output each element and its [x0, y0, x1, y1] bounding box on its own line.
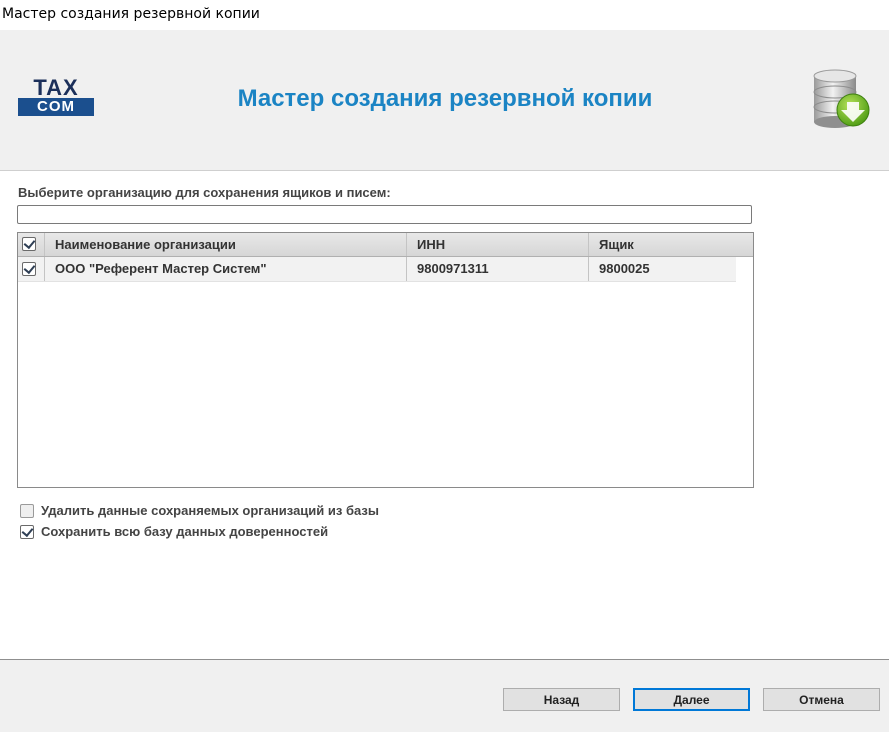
column-divider — [406, 233, 407, 256]
row-checkbox[interactable] — [22, 262, 36, 276]
wizard-header: TAX COM Мастер создания резервной копии — [0, 30, 889, 171]
next-button[interactable]: Далее — [633, 688, 750, 711]
title-bar: Мастер создания резервной копии — [0, 0, 889, 30]
column-header-name[interactable]: Наименование организации — [55, 233, 236, 256]
database-download-icon — [813, 69, 870, 128]
row-box: 9800025 — [599, 261, 650, 276]
organizations-table: Наименование организации ИНН Ящик ООО "Р… — [17, 232, 754, 488]
organization-search-input[interactable] — [17, 205, 752, 224]
save-proxies-checkbox[interactable] — [20, 525, 34, 539]
back-button[interactable]: Назад — [503, 688, 620, 711]
window-title: Мастер создания резервной копии — [2, 6, 260, 22]
column-header-inn[interactable]: ИНН — [417, 233, 445, 256]
save-proxies-label[interactable]: Сохранить всю базу данных доверенностей — [41, 524, 328, 539]
column-divider — [44, 257, 45, 281]
column-divider — [406, 257, 407, 281]
taxcom-logo: TAX COM — [18, 75, 94, 117]
column-divider — [588, 257, 589, 281]
wizard-footer: Назад Далее Отмена — [0, 659, 889, 732]
logo-line1: TAX — [33, 75, 79, 100]
logo-line2: COM — [18, 98, 94, 116]
wizard-title: Мастер создания резервной копии — [237, 85, 653, 112]
select-all-checkbox[interactable] — [22, 237, 36, 251]
delete-orgs-checkbox[interactable] — [20, 504, 34, 518]
organization-prompt: Выберите организацию для сохранения ящик… — [18, 185, 391, 200]
row-org-name: ООО "Референт Мастер Систем" — [55, 261, 267, 276]
column-divider — [588, 233, 589, 256]
row-inn: 9800971311 — [417, 261, 489, 276]
column-header-box[interactable]: Ящик — [599, 233, 634, 256]
table-header: Наименование организации ИНН Ящик — [18, 233, 753, 257]
cancel-button[interactable]: Отмена — [763, 688, 880, 711]
table-row[interactable]: ООО "Референт Мастер Систем" 9800971311 … — [18, 257, 736, 282]
delete-orgs-label[interactable]: Удалить данные сохраняемых организаций и… — [41, 503, 379, 518]
column-divider — [44, 233, 45, 256]
